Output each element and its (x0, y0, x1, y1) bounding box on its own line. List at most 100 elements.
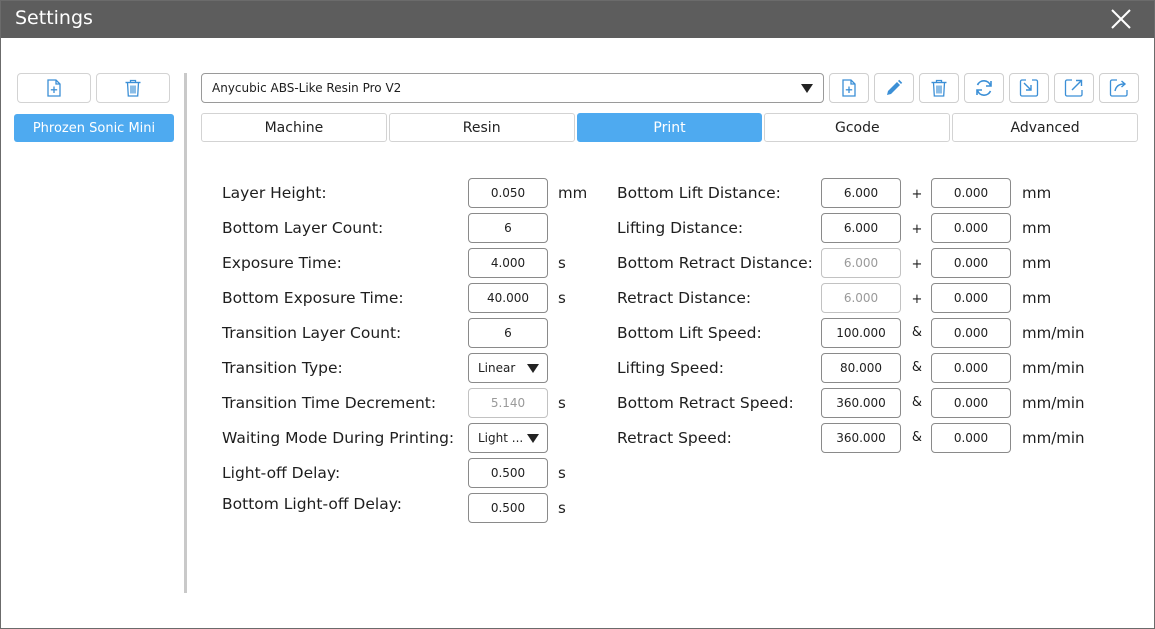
light-off-delay-input[interactable]: 0.500 (468, 458, 548, 488)
lifting-speed-input[interactable]: 80.000 (821, 353, 901, 383)
resin-profile-select[interactable]: Anycubic ABS-Like Resin Pro V2 (201, 73, 824, 103)
waiting-mode-value: Light ... (478, 431, 524, 445)
lifting-speed-extra-input[interactable]: 0.000 (931, 353, 1011, 383)
bottom-retract-distance-input: 6.000 (821, 248, 901, 278)
bottom-light-off-delay-input[interactable]: 0.500 (468, 493, 548, 523)
transition-time-decrement-input: 5.140 (468, 388, 548, 418)
tab-machine[interactable]: Machine (201, 113, 387, 142)
lifting-speed-unit: mm/min (1022, 359, 1085, 377)
close-button[interactable] (1108, 6, 1134, 32)
retract-speed-extra-input[interactable]: 0.000 (931, 423, 1011, 453)
transition-layer-count-input[interactable]: 6 (468, 318, 548, 348)
close-icon (1111, 9, 1131, 29)
trash-icon (931, 79, 947, 97)
bottom-exposure-time-unit: s (558, 289, 566, 307)
retract-speed-unit: mm/min (1022, 429, 1085, 447)
import-icon (1019, 79, 1039, 97)
trash-icon (125, 79, 141, 97)
printer-item-phrozen-sonic-mini[interactable]: Phrozen Sonic Mini (14, 114, 174, 142)
tab-advanced[interactable]: Advanced (952, 113, 1138, 142)
chevron-down-icon (801, 84, 813, 93)
delete-printer-button[interactable] (96, 73, 170, 103)
retract-distance-op: + (911, 292, 923, 307)
add-file-icon (842, 79, 856, 97)
retract-distance-label: Retract Distance: (617, 289, 752, 307)
bottom-lift-distance-unit: mm (1022, 184, 1052, 202)
settings-tabs: Machine Resin Print Gcode Advanced (201, 113, 1138, 142)
transition-type-value: Linear (478, 361, 516, 375)
lifting-distance-extra-input[interactable]: 0.000 (931, 213, 1011, 243)
delete-profile-button[interactable] (919, 73, 959, 103)
bottom-retract-speed-unit: mm/min (1022, 394, 1085, 412)
bottom-light-off-delay-unit: s (558, 499, 566, 517)
import-button[interactable] (1009, 73, 1049, 103)
bottom-retract-distance-extra-input[interactable]: 0.000 (931, 248, 1011, 278)
light-off-delay-label: Light-off Delay: (222, 464, 341, 482)
lifting-distance-unit: mm (1022, 219, 1052, 237)
bottom-lift-speed-input[interactable]: 100.000 (821, 318, 901, 348)
share-button[interactable] (1099, 73, 1139, 103)
export-button[interactable] (1054, 73, 1094, 103)
title-bar: Settings (1, 1, 1154, 38)
lifting-speed-label: Lifting Speed: (617, 359, 724, 377)
exposure-time-input[interactable]: 4.000 (468, 248, 548, 278)
transition-time-decrement-label: Transition Time Decrement: (222, 394, 437, 412)
bottom-retract-speed-input[interactable]: 360.000 (821, 388, 901, 418)
bottom-lift-distance-extra-input[interactable]: 0.000 (931, 178, 1011, 208)
bottom-lift-speed-extra-input[interactable]: 0.000 (931, 318, 1011, 348)
panel-divider (184, 73, 187, 593)
tab-print[interactable]: Print (576, 113, 763, 142)
bottom-layer-count-input[interactable]: 6 (468, 213, 548, 243)
tab-gcode[interactable]: Gcode (764, 113, 951, 142)
bottom-lift-speed-unit: mm/min (1022, 324, 1085, 342)
retract-distance-input: 6.000 (821, 283, 901, 313)
exposure-time-label: Exposure Time: (222, 254, 342, 272)
waiting-mode-label: Waiting Mode During Printing: (222, 429, 455, 447)
bottom-lift-distance-label: Bottom Lift Distance: (617, 184, 781, 202)
light-off-delay-unit: s (558, 464, 566, 482)
bottom-lift-distance-input[interactable]: 6.000 (821, 178, 901, 208)
new-profile-button[interactable] (829, 73, 869, 103)
add-file-icon (47, 79, 61, 97)
lifting-distance-label: Lifting Distance: (617, 219, 744, 237)
bottom-retract-distance-op: + (911, 257, 923, 272)
layer-height-label: Layer Height: (222, 184, 327, 202)
bottom-retract-speed-label: Bottom Retract Speed: (617, 394, 794, 412)
retract-speed-label: Retract Speed: (617, 429, 732, 447)
resin-profile-value: Anycubic ABS-Like Resin Pro V2 (212, 81, 402, 95)
layer-height-unit: mm (558, 184, 588, 202)
transition-time-decrement-unit: s (558, 394, 566, 412)
bottom-retract-distance-label: Bottom Retract Distance: (617, 254, 813, 272)
retract-distance-unit: mm (1022, 289, 1052, 307)
refresh-button[interactable] (964, 73, 1004, 103)
exposure-time-unit: s (558, 254, 566, 272)
chevron-down-icon (527, 434, 539, 443)
lifting-distance-op: + (911, 222, 923, 237)
layer-height-input[interactable]: 0.050 (468, 178, 548, 208)
bottom-retract-speed-extra-input[interactable]: 0.000 (931, 388, 1011, 418)
settings-window: Settings Phrozen Sonic Mini Anycubic ABS… (0, 0, 1155, 629)
retract-speed-op: & (911, 430, 923, 445)
bottom-retract-speed-op: & (911, 395, 923, 410)
edit-profile-button[interactable] (874, 73, 914, 103)
edit-pencil-icon (887, 79, 903, 95)
bottom-lift-speed-label: Bottom Lift Speed: (617, 324, 762, 342)
lifting-speed-op: & (911, 360, 923, 375)
chevron-down-icon (527, 364, 539, 373)
bottom-lift-distance-op: + (911, 187, 923, 202)
bottom-light-off-delay-label: Bottom Light-off Delay: (222, 495, 402, 513)
retract-distance-extra-input[interactable]: 0.000 (931, 283, 1011, 313)
share-icon (1109, 79, 1128, 97)
window-title: Settings (15, 7, 93, 29)
bottom-exposure-time-input[interactable]: 40.000 (468, 283, 548, 313)
add-printer-button[interactable] (17, 73, 91, 103)
bottom-layer-count-label: Bottom Layer Count: (222, 219, 384, 237)
retract-speed-input[interactable]: 360.000 (821, 423, 901, 453)
lifting-distance-input[interactable]: 6.000 (821, 213, 901, 243)
printer-panel: Phrozen Sonic Mini (1, 38, 187, 628)
transition-layer-count-label: Transition Layer Count: (222, 324, 402, 342)
bottom-retract-distance-unit: mm (1022, 254, 1052, 272)
transition-type-select[interactable]: Linear (468, 353, 548, 383)
waiting-mode-select[interactable]: Light ... (468, 423, 548, 453)
tab-resin[interactable]: Resin (388, 113, 575, 142)
